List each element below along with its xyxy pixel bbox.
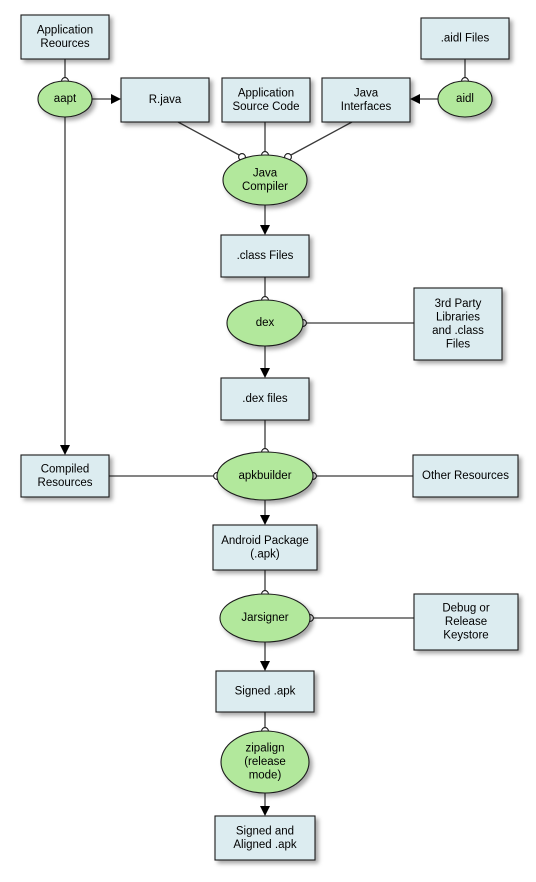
node-apkbuilder[interactable]: apkbuilder [216, 451, 314, 501]
arrow-head [410, 94, 420, 104]
node-label-other-resources: Other Resources [422, 470, 509, 482]
arrow-head [260, 515, 270, 525]
edge-aapt-to-rjava [92, 94, 121, 104]
edge-zipalign-to-signed-aligned [260, 793, 270, 816]
edge-dex-to-dex-files [260, 346, 270, 378]
node-rjava[interactable]: R.java [120, 77, 210, 123]
node-aidl-files[interactable]: .aidl Files [420, 17, 510, 60]
node-label-compiled-resources: Compiled Resources [38, 463, 93, 489]
node-label-rjava: R.java [149, 94, 182, 106]
node-android-package[interactable]: Android Package (.apk) [212, 524, 318, 571]
arrow-head [260, 368, 270, 378]
node-label-dex: dex [256, 317, 275, 329]
node-label-app-resources: Application Reources [37, 24, 93, 50]
edge-line [289, 121, 353, 157]
node-label-dex-files: .dex files [242, 393, 288, 405]
arrow-head [260, 806, 270, 816]
node-signed-apk[interactable]: Signed .apk [215, 670, 315, 713]
edge-line [177, 121, 241, 157]
node-label-aidl-files: .aidl Files [441, 33, 490, 45]
edge-third-party-to-dex [299, 319, 414, 327]
node-java-compiler[interactable]: Java Compiler [222, 154, 308, 206]
node-zipalign[interactable]: zipalign (release mode) [220, 730, 310, 794]
edge-app-source-to-java-compiler [261, 122, 269, 159]
edge-jarsigner-to-signed-apk [260, 642, 270, 671]
node-label-keystore: Debug or Release Keystore [442, 603, 489, 642]
edge-compiled-res-to-apkbuilder [109, 472, 221, 480]
arrow-head [60, 445, 70, 455]
edge-aapt-to-compiled-resources [60, 117, 70, 455]
arrow-head [260, 661, 270, 671]
edge-dex-files-to-apkbuilder [261, 420, 269, 456]
node-java-interfaces[interactable]: Java Interfaces [321, 77, 411, 123]
node-label-jarsigner: Jarsigner [241, 612, 288, 624]
edge-other-res-to-apkbuilder [309, 472, 413, 480]
node-dex[interactable]: dex [226, 299, 304, 347]
edge-java-compiler-to-class-files [260, 205, 270, 235]
android-build-process-diagram: Application Reources aapt R.java Application… [20, 14, 519, 861]
edge-class-files-to-dex [261, 277, 269, 304]
node-label-app-source-code: Application Source Code [232, 87, 299, 113]
node-aidl[interactable]: aidl [437, 80, 493, 118]
node-label-signed-apk: Signed .apk [235, 686, 296, 698]
node-label-zipalign: zipalign (release mode) [244, 743, 286, 782]
node-app-source-code[interactable]: Application Source Code [221, 77, 311, 123]
edge-keystore-to-jarsigner [306, 614, 414, 622]
node-jarsigner[interactable]: Jarsigner [219, 593, 311, 643]
arrow-head [111, 94, 121, 104]
diagram-canvas: Application Reources aapt R.java Application… [0, 0, 536, 882]
edge-android-package-to-jarsigner [261, 570, 269, 598]
edge-aidl-to-java-interfaces [410, 94, 438, 104]
node-keystore[interactable]: Debug or Release Keystore [413, 593, 519, 651]
edge-java-interfaces-to-compiler [284, 121, 353, 161]
edge-apkbuilder-to-android-package [260, 500, 270, 525]
edge-rjava-to-java-compiler [177, 121, 246, 161]
node-dex-files[interactable]: .dex files [220, 377, 310, 421]
arrow-head [260, 225, 270, 235]
node-aapt[interactable]: aapt [37, 80, 93, 118]
node-other-resources[interactable]: Other Resources [412, 454, 519, 498]
node-label-aidl: aidl [456, 93, 474, 105]
node-class-files[interactable]: .class Files [220, 234, 310, 278]
node-label-class-files: .class Files [237, 250, 294, 262]
node-app-resources[interactable]: Application Reources [20, 14, 110, 60]
node-compiled-resources[interactable]: Compiled Resources [20, 454, 110, 498]
node-label-signed-aligned-apk: Signed and Aligned .apk [233, 825, 297, 851]
node-third-party-libs[interactable]: 3rd Party Libraries and .class Files [413, 287, 503, 361]
node-signed-aligned-apk[interactable]: Signed and Aligned .apk [214, 815, 316, 861]
node-label-aapt: aapt [54, 93, 77, 105]
node-label-apkbuilder: apkbuilder [238, 470, 291, 482]
node-layer: Application Reources aapt R.java Application… [20, 14, 519, 861]
